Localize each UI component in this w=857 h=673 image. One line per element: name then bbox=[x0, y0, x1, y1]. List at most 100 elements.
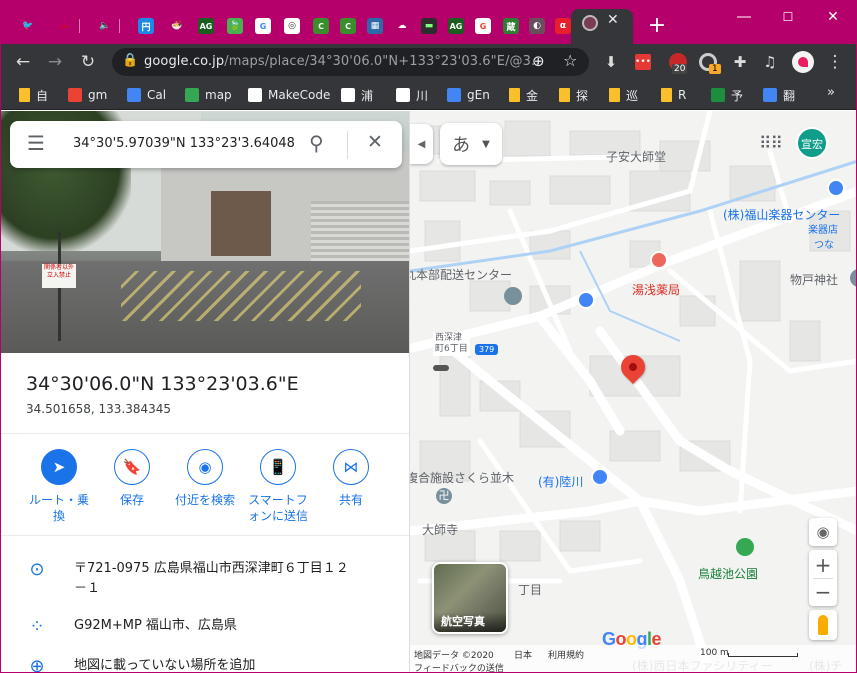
tab[interactable]: 🔈 bbox=[93, 14, 117, 38]
search-icon[interactable]: ⚲ bbox=[309, 131, 324, 155]
tab[interactable]: C bbox=[336, 14, 360, 38]
tab[interactable]: ☁ bbox=[390, 14, 414, 38]
map-label[interactable]: 物戸神社 bbox=[790, 271, 838, 288]
action-share-button[interactable]: ⋈ 共有 bbox=[315, 449, 387, 508]
bookmark-10[interactable]: 探 bbox=[559, 86, 588, 104]
new-tab-button[interactable]: + bbox=[646, 14, 668, 38]
tab[interactable]: ▬ bbox=[417, 14, 441, 38]
temple-pin-icon[interactable]: 卍 bbox=[436, 488, 452, 504]
tab[interactable]: 円 bbox=[134, 14, 158, 38]
map-label[interactable]: 湯浅薬局 bbox=[632, 281, 680, 298]
decimal-coordinates[interactable]: 34.501658, 133.384345 bbox=[26, 402, 171, 416]
collapse-panel-button[interactable]: ◀ bbox=[410, 124, 433, 164]
info-row[interactable]: ⊙ 〒721-0975 広島県福山市西深津町６丁目１２ －１ bbox=[1, 555, 409, 596]
tab[interactable]: 🍃 bbox=[223, 14, 247, 38]
zoom-in-button[interactable]: + bbox=[815, 552, 832, 578]
action-directions-button[interactable]: ➤ ルート・乗 換 bbox=[23, 449, 95, 524]
tab[interactable]: ▦ bbox=[363, 14, 387, 38]
bookmark-11[interactable]: 巡 bbox=[609, 86, 638, 104]
park-pin-icon[interactable] bbox=[736, 538, 754, 556]
map-label[interactable]: 大師寺 bbox=[422, 521, 458, 538]
maps-content: 卍 子安大師堂 (株)福山楽器センター 楽器店 つな 物戸神社 丸本部配送センター 湯浅薬局… bbox=[1, 111, 856, 672]
bookmark-4[interactable]: map bbox=[185, 86, 232, 104]
bookmark-9[interactable]: 金 bbox=[509, 86, 538, 104]
chrome-menu-icon[interactable]: ⋮ bbox=[823, 50, 847, 74]
reload-button[interactable]: ↻ bbox=[76, 50, 100, 74]
tab[interactable]: G bbox=[251, 14, 275, 38]
action-send-to-phone-button[interactable]: 📱 スマートフ ォンに送信 bbox=[242, 449, 314, 524]
download-icon[interactable]: ⬇ bbox=[599, 50, 623, 74]
bookmark-3[interactable]: Cal bbox=[127, 86, 166, 104]
close-window-button[interactable]: ✕ bbox=[823, 7, 843, 27]
map-label[interactable]: 鳥越池公園 bbox=[698, 565, 758, 582]
clear-search-icon[interactable]: ✕ bbox=[367, 131, 383, 153]
map-label[interactable]: 子安大師堂 bbox=[606, 148, 666, 165]
minimize-button[interactable]: ― bbox=[734, 7, 754, 27]
tab[interactable]: 蔵 bbox=[499, 14, 523, 38]
street-view-pegman[interactable] bbox=[809, 610, 837, 640]
extension-dots-icon[interactable]: ••• bbox=[635, 54, 651, 70]
tab[interactable]: 〰 bbox=[53, 14, 77, 38]
action-nearby-button[interactable]: ◉ 付近を検索 bbox=[169, 449, 241, 508]
more-bookmarks-icon[interactable]: » bbox=[827, 85, 835, 100]
tab[interactable]: C bbox=[309, 14, 333, 38]
map-label[interactable]: 丸本部配送センター bbox=[410, 266, 512, 283]
bookmark-12[interactable]: R bbox=[661, 86, 686, 104]
map-label[interactable]: 複合施設さくら並木 bbox=[410, 469, 514, 486]
address-bar[interactable]: 🔒 google.co.jp/maps/place/34°30'06.0"N+1… bbox=[112, 48, 589, 76]
active-tab[interactable]: ✕ bbox=[571, 9, 633, 44]
maximize-button[interactable]: ☐ bbox=[778, 7, 798, 27]
bookmark-7[interactable]: 川 bbox=[396, 86, 428, 104]
plus-code-icon: ⁘ bbox=[29, 616, 45, 637]
map-canvas[interactable]: 卍 子安大師堂 (株)福山楽器センター 楽器店 つな 物戸神社 丸本部配送センター 湯浅薬局… bbox=[410, 111, 856, 672]
account-avatar[interactable]: 宣宏 bbox=[796, 127, 828, 159]
tab[interactable]: AG bbox=[444, 14, 468, 38]
tab[interactable]: ◐ bbox=[525, 14, 549, 38]
bookmark-14[interactable]: 翻 bbox=[763, 86, 795, 104]
shopping-pin-icon-3[interactable] bbox=[827, 179, 845, 197]
action-bookmark-button[interactable]: 🔖 保存 bbox=[96, 449, 168, 508]
forward-button[interactable]: → bbox=[43, 50, 67, 74]
map-label[interactable]: 西深津 町6丁目 bbox=[433, 332, 470, 356]
profile-avatar[interactable] bbox=[792, 51, 814, 73]
info-row[interactable]: ⊕ 地図に載っていない場所を追加 bbox=[1, 652, 409, 672]
map-label[interactable]: 379 bbox=[475, 344, 499, 355]
satellite-toggle[interactable]: 航空写真 bbox=[432, 562, 508, 634]
info-row[interactable]: ⁘ G92M+MP 福山市、広島県 bbox=[1, 612, 409, 642]
language-selector[interactable]: あ ▼ bbox=[440, 123, 502, 165]
tab[interactable]: ◎ bbox=[280, 14, 304, 38]
apps-grid-icon[interactable]: ⠿⠿ bbox=[759, 134, 783, 154]
tab-close-icon[interactable]: ✕ bbox=[607, 12, 619, 28]
zoom-out-button[interactable]: − bbox=[815, 579, 832, 605]
map-label[interactable]: (有)陸川 bbox=[538, 473, 583, 490]
feedback-link[interactable]: フィードバックの送信 bbox=[414, 661, 504, 672]
bookmark-13[interactable]: 予 bbox=[711, 86, 743, 104]
map-label[interactable]: 楽器店 bbox=[808, 221, 838, 236]
media-control-icon[interactable]: ♫ bbox=[758, 50, 782, 74]
back-button[interactable]: ← bbox=[11, 50, 35, 74]
bookmark-2[interactable]: gm bbox=[68, 86, 107, 104]
menu-icon[interactable]: ☰ bbox=[27, 131, 45, 155]
tab[interactable]: G bbox=[471, 14, 495, 38]
bookmark-6[interactable]: 浦 bbox=[341, 86, 373, 104]
tab[interactable]: AG bbox=[194, 14, 218, 38]
pharmacy-pin-icon[interactable] bbox=[650, 251, 668, 269]
bookmark-8[interactable]: gEn bbox=[447, 86, 490, 104]
shopping-pin-icon[interactable] bbox=[577, 291, 595, 309]
zoom-plus-icon[interactable]: ⊕ bbox=[532, 52, 545, 70]
tab[interactable]: 🍜 bbox=[165, 14, 189, 38]
shopping-pin-icon-2[interactable] bbox=[591, 468, 609, 486]
map-label[interactable]: 丁目 bbox=[518, 581, 542, 598]
extensions-puzzle-icon[interactable]: ✚ bbox=[728, 50, 752, 74]
tab[interactable]: 🐦 bbox=[16, 14, 40, 38]
bookmark-1[interactable]: 自 bbox=[19, 86, 48, 104]
bookmark-5[interactable]: MakeCode bbox=[248, 86, 330, 104]
my-location-button[interactable]: ◉ bbox=[809, 518, 837, 546]
region-link[interactable]: 日本 bbox=[514, 648, 532, 661]
bookmark-star-icon[interactable]: ☆ bbox=[563, 51, 577, 70]
map-label[interactable]: つな bbox=[814, 236, 834, 251]
terms-link[interactable]: 利用規約 bbox=[548, 648, 584, 661]
search-box[interactable]: ☰ 34°30'5.97039"N 133°23'3.64048 ⚲ ✕ bbox=[10, 121, 402, 168]
search-input[interactable]: 34°30'5.97039"N 133°23'3.64048 bbox=[73, 136, 296, 151]
poi-pin-icon[interactable] bbox=[504, 287, 522, 305]
